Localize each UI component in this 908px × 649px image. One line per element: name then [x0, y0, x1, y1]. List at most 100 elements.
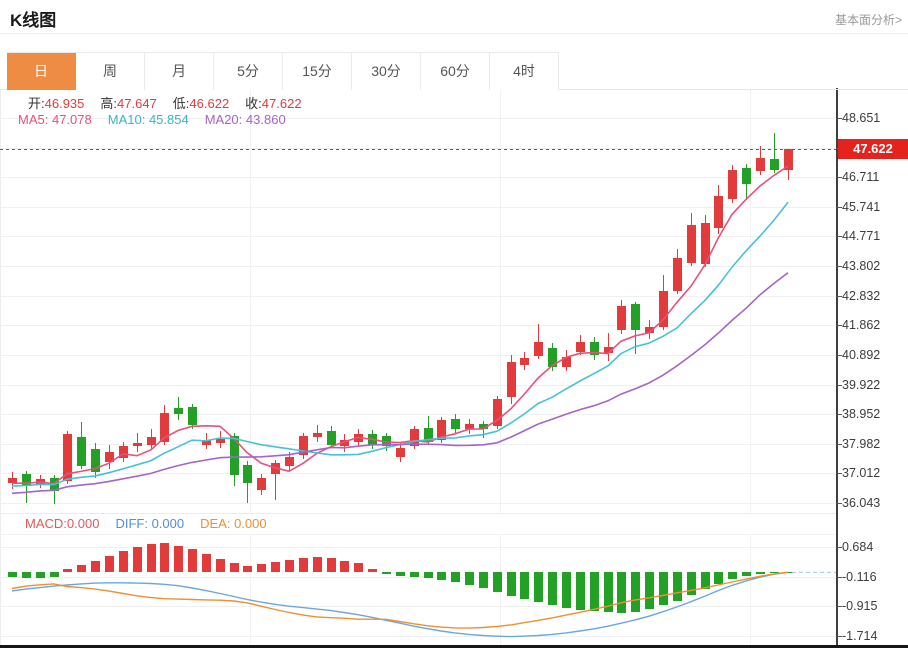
- macd-histogram-bar: [451, 572, 460, 582]
- candle-body: [382, 436, 391, 446]
- macd-histogram-bar: [382, 572, 391, 574]
- y-axis-label: 46.711: [842, 170, 880, 184]
- tab-5分[interactable]: 5分: [214, 53, 283, 90]
- dea-label-value: DEA: 0.000: [200, 516, 267, 531]
- candle-body: [728, 170, 737, 199]
- candle-body: [424, 428, 433, 442]
- macd-histogram-bar: [147, 544, 156, 572]
- macd-histogram-bar: [645, 572, 654, 609]
- macd-histogram-bar: [63, 569, 72, 572]
- candle-body: [50, 478, 59, 491]
- candle-body: [271, 463, 280, 474]
- candle-body: [91, 449, 100, 472]
- macd-histogram-bar: [243, 566, 252, 572]
- macd-histogram-bar: [465, 572, 474, 585]
- candle-body: [327, 431, 336, 445]
- macd-histogram-bar: [77, 565, 86, 572]
- candle-body: [714, 196, 723, 228]
- macd-histogram-bar: [119, 551, 128, 572]
- y-axis-label: 45.741: [842, 200, 881, 214]
- candle-body: [756, 158, 765, 171]
- y-axis-label: 44.771: [842, 229, 881, 243]
- macd-histogram-bar: [507, 572, 516, 596]
- macd-histogram-bar: [327, 558, 336, 572]
- macd-pane-top-border: [0, 534, 836, 535]
- header-divider: [0, 33, 908, 34]
- macd-histogram-bar: [617, 572, 626, 613]
- y-axis-label: 41.862: [842, 318, 881, 332]
- macd-histogram-bar: [520, 572, 529, 599]
- high-label: 高:: [100, 96, 118, 111]
- open-label: 开:: [28, 96, 45, 111]
- diff-line: [11, 571, 789, 638]
- macd-histogram-bar: [631, 572, 640, 612]
- macd-label-value: MACD:0.000: [25, 516, 100, 531]
- page-header: K线图 基本面分析>: [0, 0, 908, 34]
- macd-histogram-bar: [479, 572, 488, 588]
- macd-histogram-bar: [188, 549, 197, 572]
- candle-body: [147, 437, 156, 445]
- macd-histogram-bar: [784, 572, 793, 573]
- candle-body: [534, 342, 543, 356]
- macd-histogram-bar: [354, 563, 363, 572]
- candle-body: [465, 424, 474, 429]
- candle-body: [562, 357, 571, 367]
- macd-histogram-bar: [22, 572, 31, 578]
- grid-line-v: [250, 535, 251, 645]
- macd-histogram-bar: [659, 572, 668, 605]
- y-axis-label: 40.892: [842, 348, 881, 362]
- macd-histogram-bar: [313, 557, 322, 572]
- macd-axis-label: 0.684: [842, 540, 874, 554]
- candle-body: [243, 465, 252, 483]
- macd-histogram-bar: [728, 572, 737, 579]
- macd-histogram-bar: [604, 572, 613, 612]
- macd-histogram-bar: [714, 572, 723, 584]
- macd-axis-label: -0.915: [842, 599, 878, 613]
- tab-15分[interactable]: 15分: [283, 53, 352, 90]
- fundamental-analysis-link[interactable]: 基本面分析>: [835, 11, 902, 28]
- grid-line-v: [750, 90, 751, 513]
- candle-body: [340, 440, 349, 446]
- macd-histogram-bar: [271, 562, 280, 572]
- macd-histogram-bar: [562, 572, 571, 608]
- candle-body: [257, 478, 266, 490]
- grid-line-h: [0, 177, 836, 178]
- macd-histogram-bar: [437, 572, 446, 580]
- macd-histogram-bar: [410, 572, 419, 577]
- chart-bottom-border: [0, 645, 908, 648]
- candle-body: [77, 437, 86, 466]
- close-label: 收:: [245, 96, 262, 111]
- macd-histogram-bar: [576, 572, 585, 610]
- macd-histogram-bar: [299, 558, 308, 572]
- macd-grid-line-h: [0, 606, 836, 607]
- ma10-label-value: MA10: 45.854: [107, 112, 189, 127]
- macd-histogram-bar: [673, 572, 682, 601]
- tab-4时[interactable]: 4时: [490, 53, 559, 90]
- candle-body: [520, 358, 529, 365]
- tab-日[interactable]: 日: [7, 53, 76, 90]
- candle-body: [188, 407, 197, 425]
- candle-body: [285, 457, 294, 466]
- candle-body: [590, 342, 599, 355]
- tab-月[interactable]: 月: [145, 53, 214, 90]
- macd-histogram-bar: [216, 559, 225, 572]
- candle-body: [493, 399, 502, 426]
- candle-body: [63, 434, 72, 481]
- candle-body: [299, 436, 308, 455]
- tab-周[interactable]: 周: [76, 53, 145, 90]
- interval-tabbar: 日周月 5分 15分 30分 60分 4时: [7, 52, 559, 90]
- candle-body: [133, 443, 142, 446]
- grid-line-h: [0, 503, 836, 504]
- candle-body: [742, 168, 751, 184]
- macd-histogram-bar: [368, 569, 377, 572]
- candle-body: [313, 433, 322, 437]
- tab-30分[interactable]: 30分: [352, 53, 421, 90]
- candle-body: [354, 434, 363, 442]
- chart-stage[interactable]: 开:46.935 高:47.647 低:46.622 收:47.622 MA5: 47…: [0, 0, 908, 649]
- tab-60分[interactable]: 60分: [421, 53, 490, 90]
- candle-body: [576, 342, 585, 352]
- macd-grid-line-h: [0, 547, 836, 548]
- macd-histogram-bar: [36, 572, 45, 578]
- macd-histogram-bar: [687, 572, 696, 595]
- macd-histogram-bar: [493, 572, 502, 592]
